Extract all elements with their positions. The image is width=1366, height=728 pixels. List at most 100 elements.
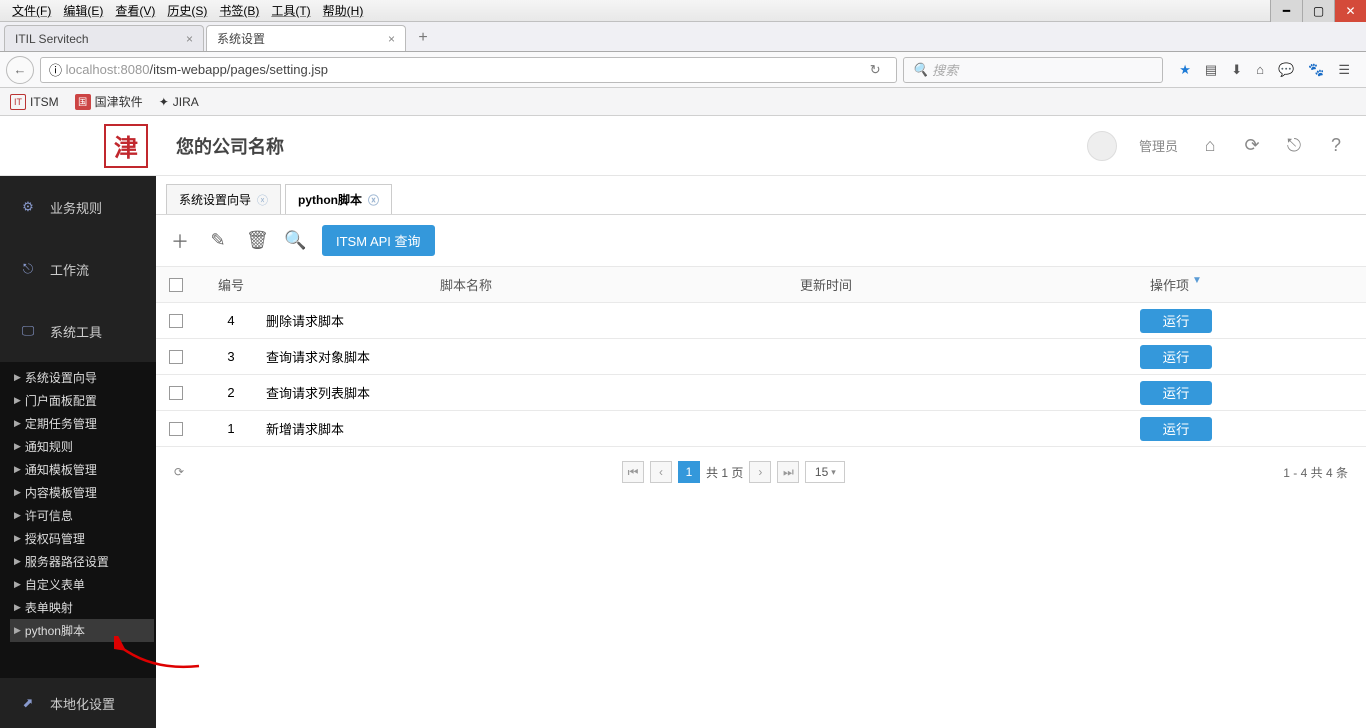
cursor-icon: ⬈ (18, 693, 38, 713)
page-tabs: 系统设置向导 ⓧ python脚本ⓧ (156, 176, 1366, 215)
menu-tools[interactable]: 工具(T) (265, 2, 316, 19)
row-checkbox[interactable] (169, 422, 183, 436)
tree-item-server-path[interactable]: ▶服务器路径设置 (10, 550, 154, 573)
triangle-icon: ▶ (14, 510, 21, 521)
menu-view[interactable]: 查看(V) (109, 2, 161, 19)
bookmark-item[interactable]: 国国津软件 (75, 93, 143, 110)
tab-python-script[interactable]: python脚本ⓧ (285, 184, 392, 214)
library-icon[interactable]: ▤ (1205, 62, 1217, 78)
current-page[interactable]: 1 (678, 461, 700, 483)
close-tab-icon[interactable]: × (388, 32, 395, 46)
tab-setup-wizard[interactable]: 系统设置向导 ⓧ (166, 184, 281, 214)
tree-item-notify-rules[interactable]: ▶通知规则 (10, 435, 154, 458)
bookmark-star-icon[interactable]: ★ (1179, 62, 1191, 78)
col-id-header[interactable]: 编号 (196, 275, 266, 294)
run-button[interactable]: 运行 (1140, 309, 1212, 333)
menu-edit[interactable]: 编辑(E) (57, 2, 109, 19)
menu-bookmarks[interactable]: 书签(B) (213, 2, 265, 19)
help-icon[interactable]: ? (1326, 136, 1346, 156)
sidebar-item-system-tools[interactable]: 🖵 系统工具 (0, 300, 156, 362)
window-maximize-button[interactable]: ▢ (1302, 0, 1334, 22)
refresh-icon[interactable]: ⟳ (1242, 136, 1262, 156)
col-time-header[interactable]: 更新时间 (666, 275, 986, 294)
menu-history[interactable]: 历史(S) (161, 2, 213, 19)
tree-label: 系统设置向导 (25, 369, 97, 386)
bookmark-item[interactable]: ✦JIRA (159, 95, 199, 109)
home-icon[interactable]: ⌂ (1256, 62, 1264, 78)
logout-icon[interactable]: ⎋ (1284, 136, 1304, 156)
prev-page-button[interactable]: ‹ (650, 461, 672, 483)
url-path: /itsm-webapp/pages/setting.jsp (149, 62, 327, 77)
refresh-icon[interactable]: ⟳ (174, 465, 184, 479)
url-input[interactable]: ⓘ localhost:8080/itsm-webapp/pages/setti… (40, 57, 897, 83)
window-minimize-button[interactable]: ━ (1270, 0, 1302, 22)
row-checkbox[interactable] (169, 350, 183, 364)
chat-icon[interactable]: 💬 (1278, 62, 1294, 78)
download-icon[interactable]: ⬇ (1231, 62, 1242, 78)
browser-tab[interactable]: ITIL Servitech × (4, 25, 204, 51)
sidebar-item-workflow[interactable]: ⎋工作流 (0, 238, 156, 300)
tree-label: 许可信息 (25, 507, 73, 524)
new-tab-button[interactable]: + (408, 25, 438, 51)
avatar[interactable] (1087, 131, 1117, 161)
triangle-icon: ▶ (14, 418, 21, 429)
logo-icon: 津 (104, 124, 148, 168)
bookmark-icon: IT (10, 94, 26, 110)
tree-item-notify-templates[interactable]: ▶通知模板管理 (10, 458, 154, 481)
close-icon[interactable]: ⓧ (257, 192, 268, 208)
window-close-button[interactable]: ✕ (1334, 0, 1366, 22)
sidebar-item-label: 系统工具 (50, 322, 102, 341)
triangle-icon: ▶ (14, 602, 21, 613)
sidebar-item-business-rules[interactable]: ⚙业务规则 (0, 176, 156, 238)
monitor-icon: 🖵 (18, 321, 38, 341)
row-checkbox[interactable] (169, 314, 183, 328)
addon-icon[interactable]: 🐾 (1308, 62, 1324, 78)
close-icon[interactable]: ⓧ (368, 192, 379, 208)
tree-item-setup-wizard[interactable]: ▶系统设置向导 (10, 366, 154, 389)
sidebar-item-localization[interactable]: ⬈本地化设置 (0, 678, 156, 728)
bookmark-label: 国津软件 (95, 93, 143, 110)
browser-search-input[interactable]: 🔍 搜索 (903, 57, 1163, 83)
tree-item-portal-panel[interactable]: ▶门户面板配置 (10, 389, 154, 412)
api-query-button[interactable]: ITSM API 查询 (322, 225, 435, 256)
tree-item-scheduled-tasks[interactable]: ▶定期任务管理 (10, 412, 154, 435)
first-page-button[interactable]: ⏮ (622, 461, 644, 483)
tree-item-form-mapping[interactable]: ▶表单映射 (10, 596, 154, 619)
run-button[interactable]: 运行 (1140, 345, 1212, 369)
edit-icon[interactable]: ✎ (208, 230, 228, 251)
tab-label: 系统设置向导 (179, 191, 251, 208)
triangle-icon: ▶ (14, 533, 21, 544)
tree-item-content-templates[interactable]: ▶内容模板管理 (10, 481, 154, 504)
col-name-header[interactable]: 脚本名称 (266, 275, 666, 294)
info-icon: ⓘ (49, 60, 62, 79)
menu-file[interactable]: 文件(F) (6, 2, 57, 19)
tree-label: 自定义表单 (25, 576, 85, 593)
sidebar-item-label: 业务规则 (50, 198, 102, 217)
tree-item-custom-form[interactable]: ▶自定义表单 (10, 573, 154, 596)
menu-help[interactable]: 帮助(H) (317, 2, 370, 19)
select-all-checkbox[interactable] (169, 278, 183, 292)
bookmark-item[interactable]: ITITSM (10, 94, 59, 110)
tree-label: 通知模板管理 (25, 461, 97, 478)
reload-icon[interactable]: ↻ (862, 62, 888, 78)
home-icon[interactable]: ⌂ (1200, 136, 1220, 156)
add-icon[interactable]: ＋ (170, 228, 190, 254)
page-size-value: 15 (815, 465, 828, 479)
search-icon[interactable]: 🔍 (284, 230, 304, 251)
close-tab-icon[interactable]: × (186, 32, 193, 46)
next-page-button[interactable]: › (749, 461, 771, 483)
delete-icon[interactable]: 🗑 (246, 230, 266, 251)
menu-icon[interactable]: ☰ (1338, 62, 1350, 78)
back-button[interactable]: ← (6, 56, 34, 84)
tree-item-python-script[interactable]: ▶python脚本 (10, 619, 154, 642)
bookmark-icon: 国 (75, 94, 91, 110)
col-op-header[interactable]: 操作项▼ (986, 275, 1366, 294)
browser-tab[interactable]: 系统设置 × (206, 25, 406, 51)
tree-item-license[interactable]: ▶ 许可信息 (10, 504, 154, 527)
last-page-button[interactable]: ⏭ (777, 461, 799, 483)
run-button[interactable]: 运行 (1140, 381, 1212, 405)
run-button[interactable]: 运行 (1140, 417, 1212, 441)
tree-item-auth-code[interactable]: ▶授权码管理 (10, 527, 154, 550)
page-size-select[interactable]: 15▾ (805, 461, 845, 483)
row-checkbox[interactable] (169, 386, 183, 400)
